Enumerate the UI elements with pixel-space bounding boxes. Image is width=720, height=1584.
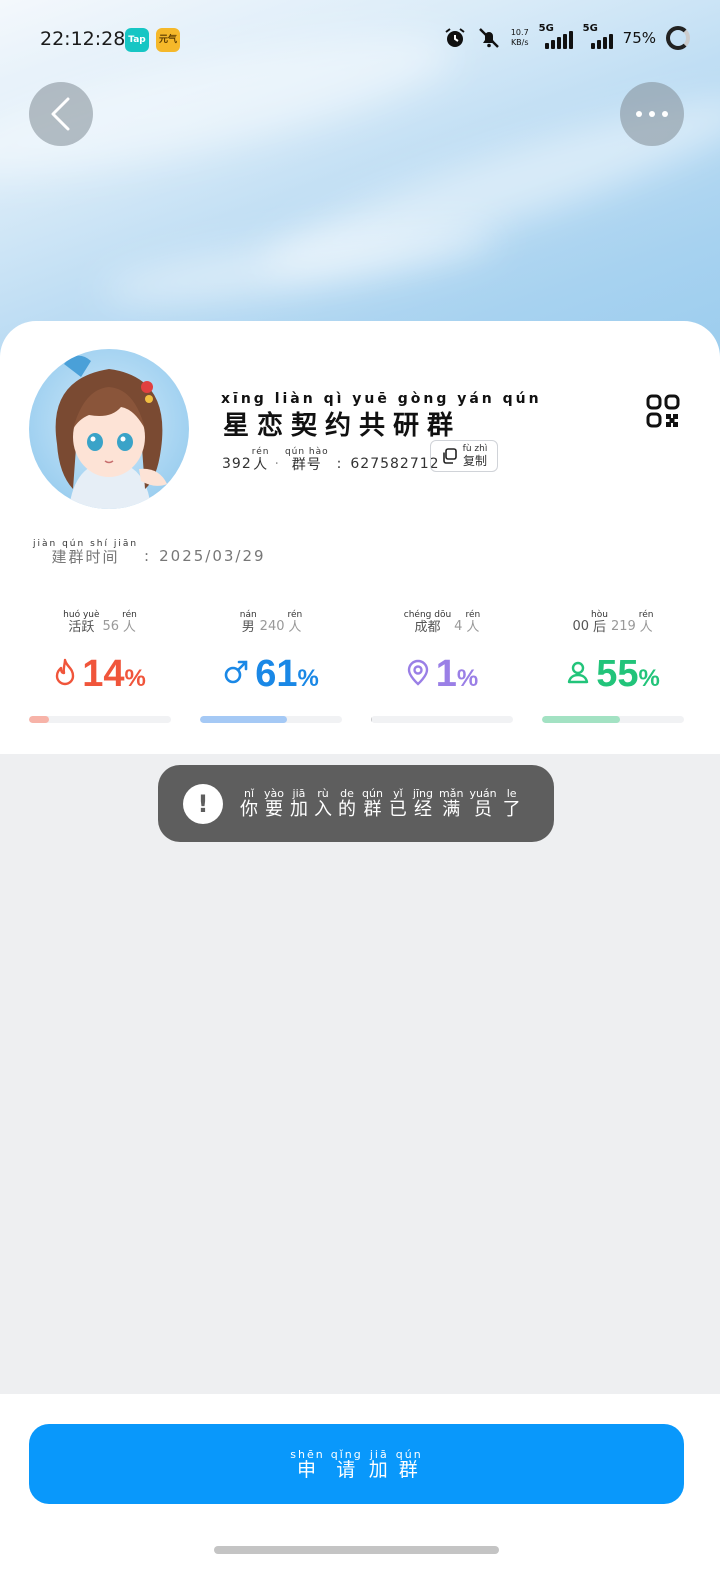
stat-progress-bar — [371, 716, 513, 723]
toast-char: qún 群 — [361, 787, 383, 820]
stat-label: nán 男 240 rén 人 — [239, 610, 303, 635]
member-count: 392 — [222, 456, 252, 472]
stat-column: chéng dōu 成都 4 rén 人 1% — [371, 606, 513, 723]
group-avatar[interactable] — [29, 349, 189, 509]
status-time: 22:12:28 — [40, 28, 126, 50]
tap-app-icon: Tap — [125, 28, 149, 52]
home-indicator[interactable] — [214, 1546, 499, 1554]
battery-ring-icon — [666, 26, 690, 50]
stat-progress-bar — [542, 716, 684, 723]
join-char: qǐng 请 — [330, 1447, 363, 1481]
group-meta-row: 392 rén 人 · qún hào 群号 : 627582712 — [222, 447, 440, 473]
toast-char: yuán 员 — [469, 787, 497, 820]
toast-char: jīng 经 — [412, 787, 433, 820]
ellipsis-icon — [636, 111, 668, 117]
founded-date-row: jiàn qún shí jiān 建群时间 : 2025/03/29 — [33, 539, 266, 566]
group-id-label: qún hào 群号 — [284, 447, 329, 473]
toast-text: nǐ 你 yào 要 jiā 加 rù 入 de 的 qún 群 yǐ 已 jīng 经 mǎn 满 yuán 员 le… — [237, 788, 524, 819]
toast-char: jiā 加 — [289, 787, 308, 820]
stat-label: chéng dōu 成都 4 rén 人 — [403, 610, 481, 635]
join-char: shēn 申 — [290, 1447, 325, 1481]
anime-girl-avatar-image — [55, 355, 167, 509]
network-speed: 10.7 KB/s — [510, 28, 529, 47]
toast-char: nǐ 你 — [240, 787, 258, 820]
stat-progress-bar — [29, 716, 171, 723]
stat-percentage: 61% — [200, 650, 342, 698]
toast-char: yǐ 已 — [388, 787, 407, 820]
stat-percentage: 1% — [371, 650, 513, 698]
member-unit: rén 人 — [251, 447, 270, 473]
founded-date: 2025/03/29 — [159, 547, 266, 565]
exclamation-icon: ! — [183, 783, 223, 824]
stat-count: 56 — [102, 619, 120, 634]
founded-label: jiàn qún shí jiān 建群时间 — [33, 539, 139, 566]
toast-char: rù 入 — [313, 787, 332, 820]
copy-group-id-button[interactable]: fù zhì 复制 — [430, 440, 498, 472]
stat-progress-fill — [29, 716, 49, 723]
group-name: 星恋契约共研群 — [223, 411, 462, 441]
signal-icon: 5G — [539, 23, 573, 49]
stat-column: 00 hòu 后 219 rén 人 55% — [542, 606, 684, 723]
stat-progress-fill — [542, 716, 621, 723]
mute-bell-icon — [478, 28, 499, 48]
toast-char: de 的 — [337, 787, 356, 820]
toast-char: le 了 — [502, 787, 521, 820]
stat-column: huó yuè 活跃 56 rén 人 14% — [29, 606, 171, 723]
stat-progress-fill — [200, 716, 287, 723]
stat-percentage: 55% — [542, 650, 684, 698]
stat-count: 219 — [610, 619, 636, 634]
stat-progress-fill — [371, 716, 373, 723]
signal-icon-2: 5G — [583, 23, 613, 49]
stat-column: nán 男 240 rén 人 61% — [200, 606, 342, 723]
stat-percentage: 14% — [29, 650, 171, 698]
apply-join-button[interactable]: shēn 申 qǐng 请 jiā 加 qún 群 — [29, 1424, 684, 1504]
alarm-icon — [445, 28, 465, 47]
copy-label: 复制 — [462, 454, 487, 468]
yuanqi-app-icon: 元气 — [156, 28, 180, 52]
flame-icon — [54, 658, 82, 690]
apply-join-label: shēn 申 qǐng 请 jiā 加 qún 群 — [287, 1449, 425, 1480]
more-button[interactable] — [620, 82, 684, 146]
stat-count: 240 — [259, 619, 285, 634]
toast-message: ! nǐ 你 yào 要 jiā 加 rù 入 de 的 qún 群 yǐ 已 jīng 经 mǎn 满 yuán 员… — [158, 765, 554, 842]
group-id-value: 627582712 — [350, 456, 440, 472]
person-icon — [566, 660, 596, 688]
qr-code-icon[interactable] — [646, 394, 680, 428]
location-pin-icon — [406, 658, 436, 690]
stat-label: huó yuè 活跃 56 rén 人 — [63, 610, 137, 635]
status-bar: 22:12:28 Tap 元气 10.7 KB/s 5G 5G 75% — [0, 20, 720, 60]
stat-label: 00 hòu 后 219 rén 人 — [572, 610, 654, 635]
toast-char: yào 要 — [264, 787, 284, 820]
join-char: jiā 加 — [368, 1447, 390, 1481]
male-icon — [223, 659, 255, 689]
join-char: qún 群 — [395, 1447, 423, 1481]
chevron-left-icon — [51, 97, 70, 131]
stat-count: 4 — [454, 619, 463, 634]
toast-char: mǎn 满 — [439, 787, 464, 820]
battery-level: 75% — [622, 29, 656, 47]
stat-progress-bar — [200, 716, 342, 723]
back-button[interactable] — [29, 82, 93, 146]
copy-icon — [442, 448, 457, 464]
